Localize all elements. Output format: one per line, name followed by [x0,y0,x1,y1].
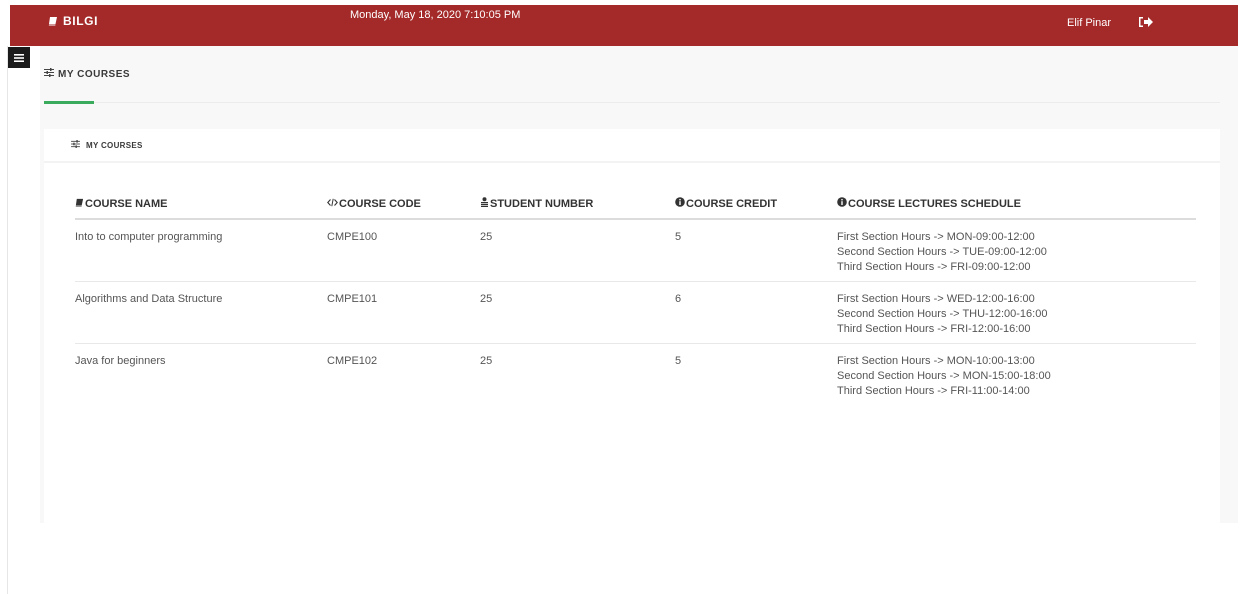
sliders-icon [44,68,54,80]
course-code-cell: CMPE100 [327,231,378,243]
main-content: MY COURSES MY COURSES COURSE NAME COURSE… [40,46,1238,523]
hamburger-menu-icon[interactable] [8,47,30,68]
schedule-cell: First Section Hours -> MON-10:00-13:00 S… [837,343,1196,405]
student-number-cell: 25 [480,281,675,344]
course-name-cell: Algorithms and Data Structure [75,281,327,344]
code-icon [327,198,338,210]
course-name-cell: Java for beginners [75,343,327,405]
schedule-line: Third Section Hours -> FRI-11:00-14:00 [837,385,1030,397]
student-number-cell: 25 [480,343,675,405]
table-header-row: COURSE NAME COURSE CODE STUDENT NUMBER C… [75,189,1196,220]
courses-panel: MY COURSES COURSE NAME COURSE CODE STUDE… [44,129,1220,523]
users-icon [480,197,489,210]
col-course-code[interactable]: COURSE CODE [327,189,480,220]
schedule-line: Second Section Hours -> THU-12:00-16:00 [837,308,1048,320]
panel-header: MY COURSES [44,129,1220,163]
course-name-cell: Into to computer programming [75,231,223,243]
current-datetime: Monday, May 18, 2020 7:10:05 PM [350,9,521,21]
info-circle-icon [837,197,847,210]
col-course-name[interactable]: COURSE NAME [75,189,327,220]
top-navbar: BILGI Monday, May 18, 2020 7:10:05 PM El… [10,5,1238,46]
schedule-cell: First Section Hours -> MON-09:00-12:00 S… [837,219,1196,282]
schedule-line: Second Section Hours -> MON-15:00-18:00 [837,370,1051,382]
sliders-icon [71,140,80,150]
course-code-cell: CMPE101 [327,281,480,344]
book-icon [75,198,84,210]
sign-out-icon[interactable] [1138,15,1154,29]
panel-title: MY COURSES [86,140,143,150]
sidebar-edge [7,46,8,594]
page-title-text: MY COURSES [58,68,131,80]
title-divider [44,102,1220,103]
title-accent-bar [44,101,94,104]
schedule-line: First Section Hours -> MON-10:00-13:00 [837,355,1035,367]
schedule-line: Second Section Hours -> TUE-09:00-12:00 [837,246,1047,258]
course-code-cell: CMPE102 [327,343,480,405]
col-course-credit[interactable]: COURSE CREDIT [675,189,837,220]
table-row[interactable]: Into to computer programming CMPE100 25 … [75,219,1196,282]
table-row[interactable]: Algorithms and Data Structure CMPE101 25… [75,281,1196,344]
course-credit-cell: 5 [675,343,837,405]
brand-logo[interactable]: BILGI [48,14,98,28]
course-credit-cell: 6 [675,281,837,344]
schedule-line: Third Section Hours -> FRI-12:00-16:00 [837,323,1031,335]
courses-table: COURSE NAME COURSE CODE STUDENT NUMBER C… [75,189,1196,405]
col-lectures-schedule[interactable]: COURSE LECTURES SCHEDULE [837,189,1196,220]
info-circle-icon [675,197,685,210]
course-credit-cell: 5 [675,231,682,243]
schedule-line: Third Section Hours -> FRI-09:00-12:00 [837,261,1031,273]
page-title: MY COURSES [44,68,130,80]
schedule-line: First Section Hours -> WED-12:00-16:00 [837,293,1035,305]
schedule-line: First Section Hours -> MON-09:00-12:00 [837,231,1035,243]
user-name[interactable]: Elif Pinar [1067,17,1111,29]
col-student-number[interactable]: STUDENT NUMBER [480,189,675,220]
book-icon [48,16,58,26]
table-row[interactable]: Java for beginners CMPE102 25 5 First Se… [75,343,1196,405]
schedule-cell: First Section Hours -> WED-12:00-16:00 S… [837,281,1196,344]
student-number-cell: 25 [480,231,493,243]
brand-name: BILGI [63,14,98,28]
